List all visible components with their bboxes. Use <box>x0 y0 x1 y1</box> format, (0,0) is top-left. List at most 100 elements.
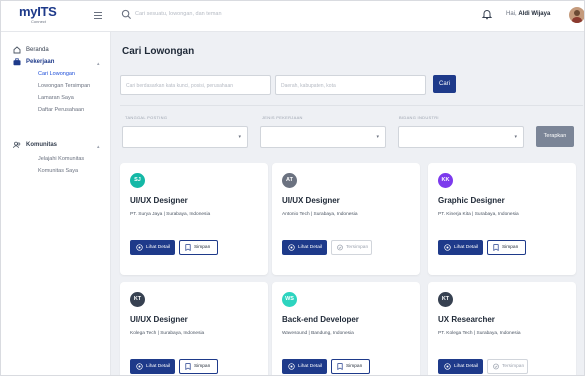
avatar[interactable] <box>569 7 584 23</box>
filter-label-bidang: BIDANG INDUSTRI <box>399 115 439 120</box>
view-detail-button[interactable]: Lihat Detail <box>282 240 327 255</box>
job-company-location: PT. Surya Jaya | Surabaya, Indonesia <box>130 212 211 217</box>
view-detail-button[interactable]: Lihat Detail <box>130 359 175 374</box>
filter-label-jenis: JENIS PEKERJAAN <box>262 115 303 120</box>
company-logo-badge: WS <box>282 292 297 307</box>
sidebar-subitem-jelajahi-komunitas[interactable]: Jelajahi Komunitas <box>38 156 84 162</box>
job-title[interactable]: UI/UX Designer <box>130 315 188 324</box>
save-job-label: Simpan <box>346 364 363 369</box>
company-logo-badge: KK <box>438 173 453 188</box>
user-greeting: Hai, Aldi Wijaya <box>506 11 550 17</box>
save-job-button[interactable]: Tersimpan <box>487 359 528 374</box>
job-title[interactable]: UX Researcher <box>438 315 495 324</box>
job-title[interactable]: Back-end Developer <box>282 315 359 324</box>
sidebar-subitem-lowongan-tersimpan[interactable]: Lowongan Tersimpan <box>38 83 90 89</box>
sidebar: Beranda Pekerjaan ▴ Cari Lowongan Lowong… <box>1 32 111 375</box>
view-detail-label: Lihat Detail <box>298 364 322 369</box>
chevron-down-icon: ▾ <box>238 134 241 140</box>
sidebar-subitem-lamaran-saya[interactable]: Lamaran Saya <box>38 95 74 101</box>
filter-select-bidang[interactable]: ▾ <box>398 126 524 148</box>
bookmark-icon <box>337 363 343 370</box>
app-page: myITS Connect Cari sesuatu, lowongan, da… <box>0 0 585 376</box>
page-title: Cari Lowongan <box>122 46 195 57</box>
eye-icon <box>444 363 451 370</box>
bookmark-icon <box>185 244 191 251</box>
view-detail-button[interactable]: Lihat Detail <box>130 240 175 255</box>
logo[interactable]: myITS Connect <box>19 4 57 26</box>
save-job-button[interactable]: Simpan <box>179 240 218 255</box>
job-company-location: Wavesound | Bandung, Indonesia <box>282 331 354 336</box>
job-card[interactable]: AT UI/UX Designer Antonio Tech | Surabaya,… <box>272 163 420 275</box>
view-detail-label: Lihat Detail <box>298 245 322 250</box>
search-button[interactable]: Cari <box>433 75 456 93</box>
eye-icon <box>136 244 143 251</box>
apply-filter-button[interactable]: Terapkan <box>536 126 574 147</box>
chevron-up-icon[interactable]: ▴ <box>97 144 100 150</box>
keyword-search-input[interactable]: Cari berdasarkan kata kunci, posisi, per… <box>120 75 271 95</box>
company-logo-badge: AT <box>282 173 297 188</box>
sidebar-item-label: Pekerjaan <box>26 59 55 65</box>
chevron-up-icon[interactable]: ▴ <box>97 61 100 67</box>
job-company-location: PT. Kinerja Kita | Surabaya, Indonesia <box>438 212 519 217</box>
bookmark-icon <box>185 363 191 370</box>
view-detail-label: Lihat Detail <box>146 364 170 369</box>
global-search-input[interactable]: Cari sesuatu, lowongan, dan teman <box>135 11 222 17</box>
users-icon <box>13 141 21 149</box>
job-company-location: Kolega Tech | Surabaya, Indonesia <box>130 331 205 336</box>
top-bar: myITS Connect Cari sesuatu, lowongan, da… <box>1 1 584 32</box>
job-title[interactable]: UI/UX Designer <box>130 196 188 205</box>
save-job-label: Tersimpan <box>502 364 525 369</box>
job-company-location: PT. Kolega Tech | Surabaya, Indonesia <box>438 331 521 336</box>
eye-icon <box>288 244 295 251</box>
save-job-label: Simpan <box>502 245 519 250</box>
view-detail-label: Lihat Detail <box>454 245 478 250</box>
divider <box>120 105 583 106</box>
job-card[interactable]: KK Graphic Designer PT. Kinerja Kita | Sur… <box>428 163 576 275</box>
briefcase-icon <box>13 58 21 66</box>
save-job-button[interactable]: Simpan <box>331 359 370 374</box>
job-company-location: Antonio Tech | Surabaya, Indonesia <box>282 212 358 217</box>
save-job-button[interactable]: Simpan <box>179 359 218 374</box>
logo-text: myITS <box>19 4 57 19</box>
company-logo-badge: KT <box>438 292 453 307</box>
filter-label-tanggal: TANGGAL POSTING <box>125 115 168 120</box>
job-title[interactable]: UI/UX Designer <box>282 196 340 205</box>
menu-toggle-icon[interactable] <box>94 12 102 19</box>
greeting-prefix: Hai, <box>506 11 519 17</box>
job-card[interactable]: KT UI/UX Designer Kolega Tech | Surabaya, … <box>120 282 268 375</box>
job-title[interactable]: Graphic Designer <box>438 196 505 205</box>
notification-bell-icon[interactable] <box>481 8 493 20</box>
view-detail-button[interactable]: Lihat Detail <box>438 240 483 255</box>
logo-subtext: Connect <box>31 19 46 24</box>
search-icon <box>121 9 132 20</box>
save-job-button[interactable]: Tersimpan <box>331 240 372 255</box>
eye-icon <box>136 363 143 370</box>
sidebar-subitem-komunitas-saya[interactable]: Komunitas Saya <box>38 168 78 174</box>
view-detail-button[interactable]: Lihat Detail <box>438 359 483 374</box>
bookmark-icon <box>493 244 499 251</box>
filter-select-jenis[interactable]: ▾ <box>260 126 386 148</box>
filter-select-tanggal[interactable]: ▾ <box>122 126 248 148</box>
check-circle-icon <box>337 244 343 251</box>
save-job-label: Simpan <box>194 364 211 369</box>
view-detail-label: Lihat Detail <box>454 364 478 369</box>
job-card[interactable]: SJ UI/UX Designer PT. Surya Jaya | Surabay… <box>120 163 268 275</box>
chevron-down-icon: ▾ <box>514 134 517 140</box>
sidebar-item-label: Komunitas <box>26 142 58 148</box>
check-circle-icon <box>493 363 499 370</box>
view-detail-label: Lihat Detail <box>146 245 170 250</box>
job-card[interactable]: KT UX Researcher PT. Kolega Tech | Surabay… <box>428 282 576 375</box>
sidebar-subitem-daftar-perusahaan[interactable]: Daftar Perusahaan <box>38 107 84 113</box>
eye-icon <box>444 244 451 251</box>
sidebar-subitem-cari-lowongan[interactable]: Cari Lowongan <box>38 71 75 77</box>
save-job-button[interactable]: Simpan <box>487 240 526 255</box>
eye-icon <box>288 363 295 370</box>
location-input[interactable]: Daerah, kabupaten, kota <box>275 75 426 95</box>
chevron-down-icon: ▾ <box>376 134 379 140</box>
job-card[interactable]: WS Back-end Developer Wavesound | Bandung,… <box>272 282 420 375</box>
company-logo-badge: KT <box>130 292 145 307</box>
company-logo-badge: SJ <box>130 173 145 188</box>
save-job-label: Tersimpan <box>346 245 369 250</box>
save-job-label: Simpan <box>194 245 211 250</box>
view-detail-button[interactable]: Lihat Detail <box>282 359 327 374</box>
